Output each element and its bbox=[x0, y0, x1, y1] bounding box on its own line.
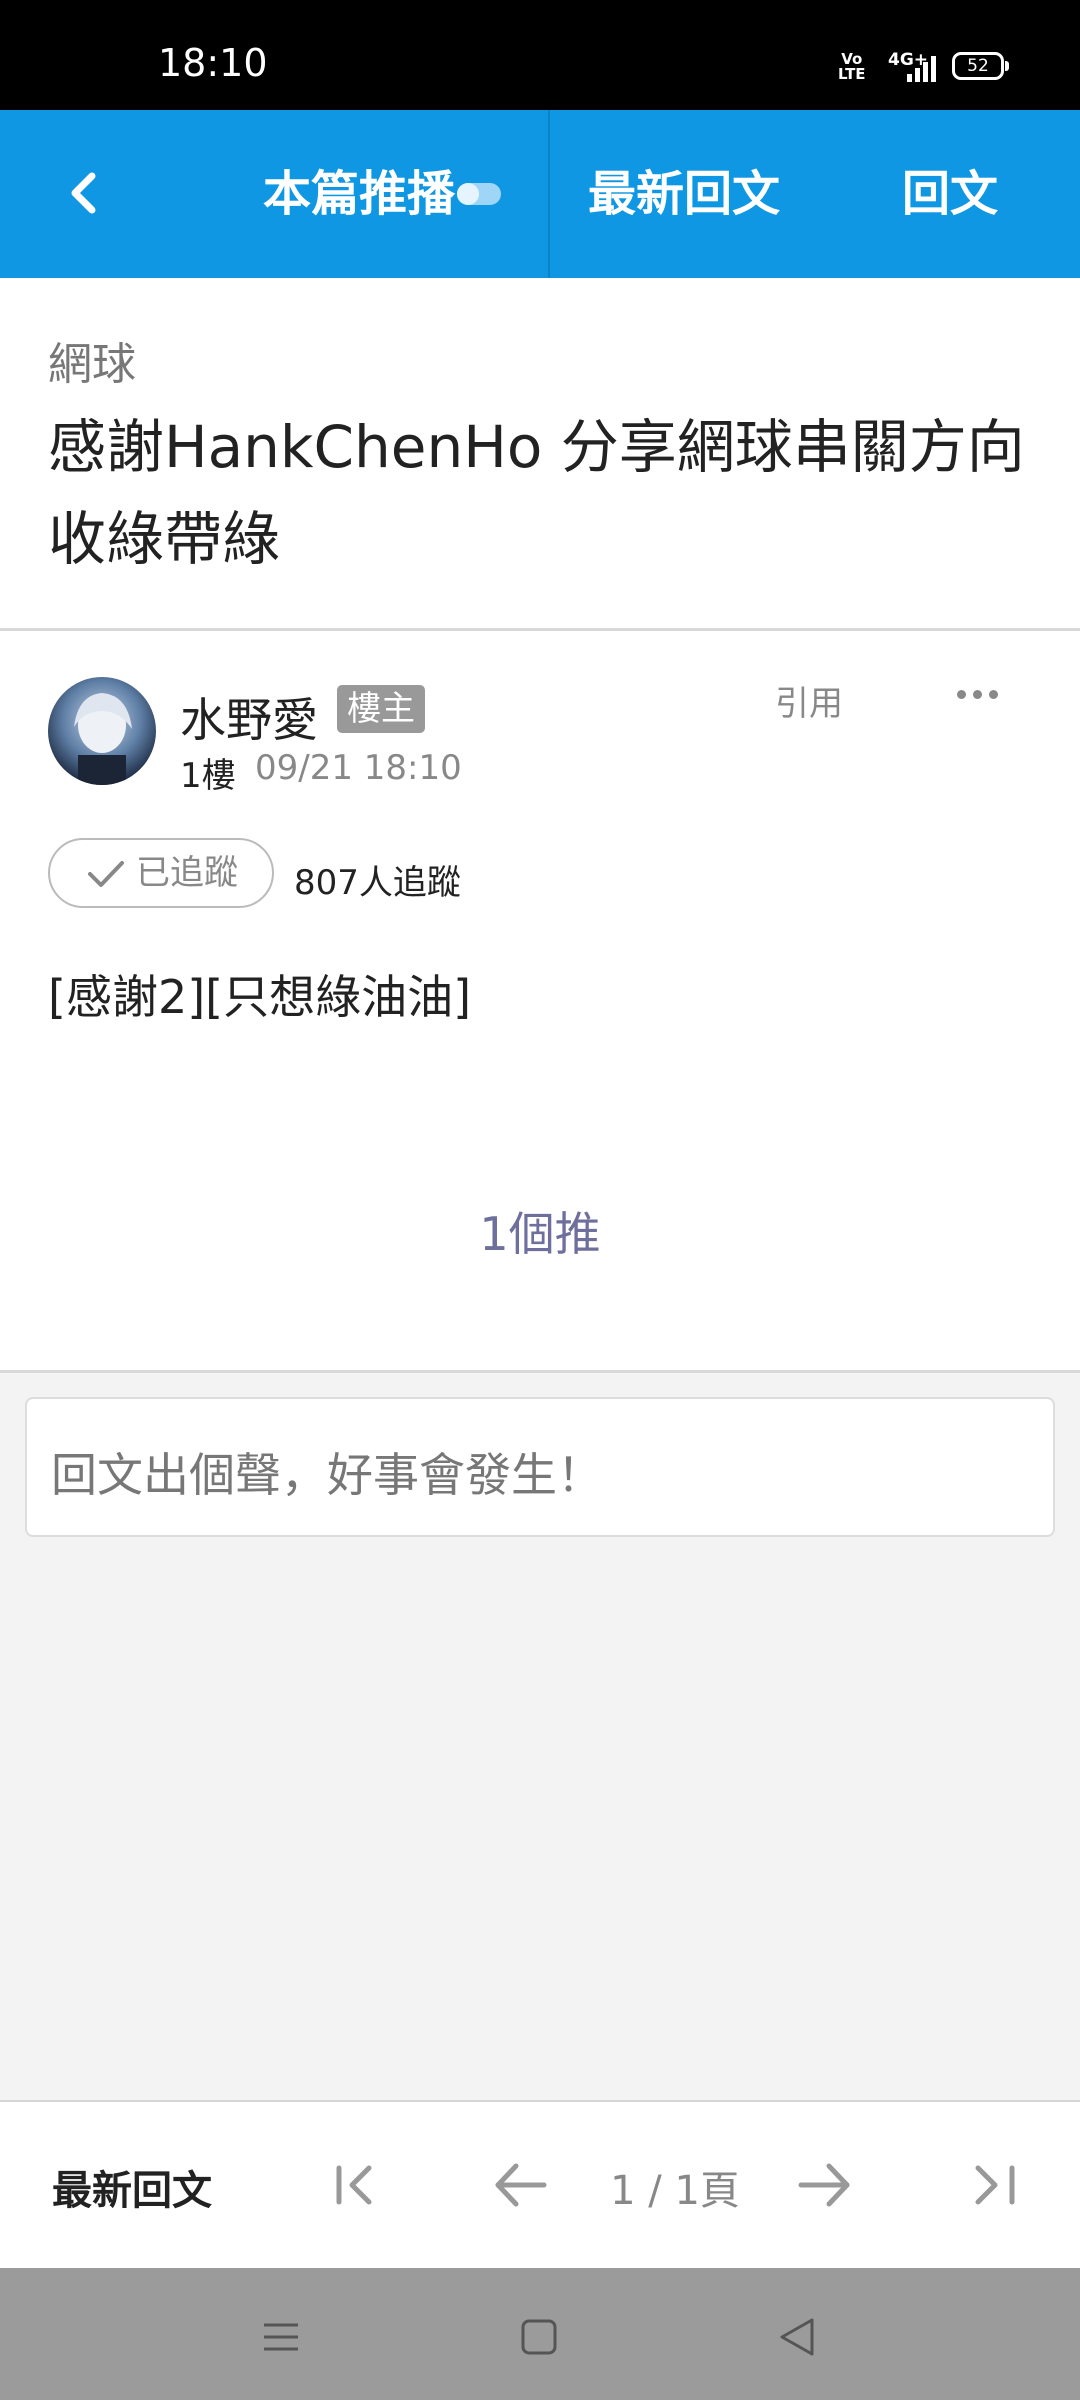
status-bar: 18:10 Vo LTE 4G+ 52 bbox=[0, 0, 1080, 110]
divider bbox=[0, 628, 1080, 631]
follower-count: 807人追蹤 bbox=[294, 863, 461, 903]
last-page-icon bbox=[975, 2165, 1015, 2205]
back-triangle-icon bbox=[780, 2318, 814, 2356]
system-nav-bar bbox=[0, 2268, 1080, 2400]
tab-push-notification[interactable]: 本篇推播 bbox=[263, 110, 502, 278]
home-square-icon bbox=[521, 2319, 557, 2355]
battery-icon: 52 bbox=[952, 52, 1004, 80]
status-time: 18:10 bbox=[158, 41, 268, 85]
post-title: 感謝HankChenHo 分享網球串關方向收綠帶綠 bbox=[48, 413, 1025, 573]
author-name[interactable]: 水野愛 bbox=[180, 684, 318, 750]
push-toggle[interactable] bbox=[457, 183, 502, 205]
arrow-left-icon bbox=[495, 2163, 547, 2207]
reply-placeholder: 回文出個聲，好事會發生！ bbox=[51, 1448, 603, 1502]
header-divider bbox=[548, 110, 550, 278]
page-indicator[interactable]: 1 / 1頁 bbox=[600, 2158, 750, 2216]
volte-icon: Vo LTE bbox=[838, 50, 866, 83]
floor-number: 1樓 bbox=[180, 756, 236, 796]
follow-button[interactable]: 已追蹤 bbox=[48, 838, 274, 908]
nav-home-button[interactable] bbox=[514, 2312, 564, 2362]
divider bbox=[0, 1370, 1080, 1373]
post-category[interactable]: 網球 bbox=[48, 328, 136, 392]
next-page-button[interactable] bbox=[795, 2152, 855, 2218]
pagination-bar: 最新回文 1 / 1頁 bbox=[0, 2100, 1080, 2270]
nav-menu-button[interactable] bbox=[256, 2312, 306, 2362]
more-options-icon[interactable] bbox=[945, 673, 1005, 713]
menu-icon bbox=[264, 2323, 298, 2351]
top-bar: 本篇推播 最新回文 回文 bbox=[0, 110, 1080, 278]
check-icon bbox=[88, 861, 124, 887]
quote-button[interactable]: 引用 bbox=[775, 676, 843, 725]
tab-latest-replies[interactable]: 最新回文 bbox=[588, 110, 780, 278]
tab-reply[interactable]: 回文 bbox=[902, 110, 998, 278]
signal-icon bbox=[905, 56, 939, 82]
avatar[interactable] bbox=[48, 677, 156, 785]
follow-label: 已追蹤 bbox=[136, 853, 238, 893]
post-body: [感謝2][只想綠油油] bbox=[48, 970, 472, 1024]
prev-page-button[interactable] bbox=[490, 2152, 550, 2218]
battery-tip bbox=[1005, 61, 1009, 71]
arrow-right-icon bbox=[798, 2163, 850, 2207]
first-page-button[interactable] bbox=[325, 2152, 385, 2218]
latest-replies-button[interactable]: 最新回文 bbox=[52, 2158, 212, 2216]
last-page-button[interactable] bbox=[968, 2152, 1028, 2218]
post-datetime: 09/21 18:10 bbox=[255, 748, 462, 788]
avatar-image bbox=[48, 677, 156, 785]
post-content: 網球 感謝HankChenHo 分享網球串關方向收綠帶綠 水野愛 樓主 1樓 0… bbox=[0, 278, 1080, 1373]
first-page-icon bbox=[336, 2165, 372, 2205]
tab-push-label: 本篇推播 bbox=[263, 166, 456, 222]
reply-input[interactable]: 回文出個聲，好事會發生！ bbox=[25, 1397, 1055, 1537]
nav-back-button[interactable] bbox=[772, 2312, 822, 2362]
chevron-left-icon bbox=[71, 172, 96, 214]
back-button[interactable] bbox=[40, 148, 130, 238]
op-badge: 樓主 bbox=[337, 685, 425, 733]
push-count[interactable]: 1個推 bbox=[0, 1198, 1080, 1264]
